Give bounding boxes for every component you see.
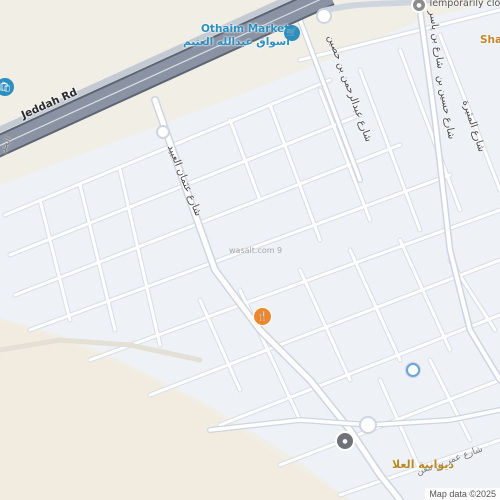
- shaw-label: Shaw: [480, 34, 500, 46]
- place-label-gold: ديوانية العلا: [392, 458, 455, 471]
- temporarily-closed-label: Temporarily closed: [428, 0, 500, 9]
- shopping-cart-icon: 🛒: [286, 28, 298, 38]
- faint-label: wasalt.com 9: [229, 246, 283, 255]
- map-attribution: Map data ©2025: [425, 488, 500, 500]
- place-pin-blue[interactable]: [406, 363, 420, 377]
- grey-place-pin[interactable]: ●: [335, 431, 355, 451]
- market-name-ar: أسواق عبدالله العثيم: [183, 36, 290, 48]
- location-pin-icon: ●: [416, 1, 422, 9]
- market-pin[interactable]: 🛒: [284, 25, 300, 41]
- market-name-en: Othaim Markets: [201, 23, 296, 35]
- roundabout: [316, 8, 332, 24]
- roundabout: [156, 125, 170, 139]
- map-view[interactable]: Jeddah Rd الحر 🛍 Othaim Markets أسواق عب…: [0, 0, 500, 500]
- roundabout: [359, 416, 377, 434]
- place-dot-icon: ●: [342, 437, 348, 445]
- food-pin[interactable]: 🍴: [253, 307, 272, 326]
- food-icon: 🍴: [256, 311, 269, 322]
- shopping-icon: 🛍: [0, 81, 12, 93]
